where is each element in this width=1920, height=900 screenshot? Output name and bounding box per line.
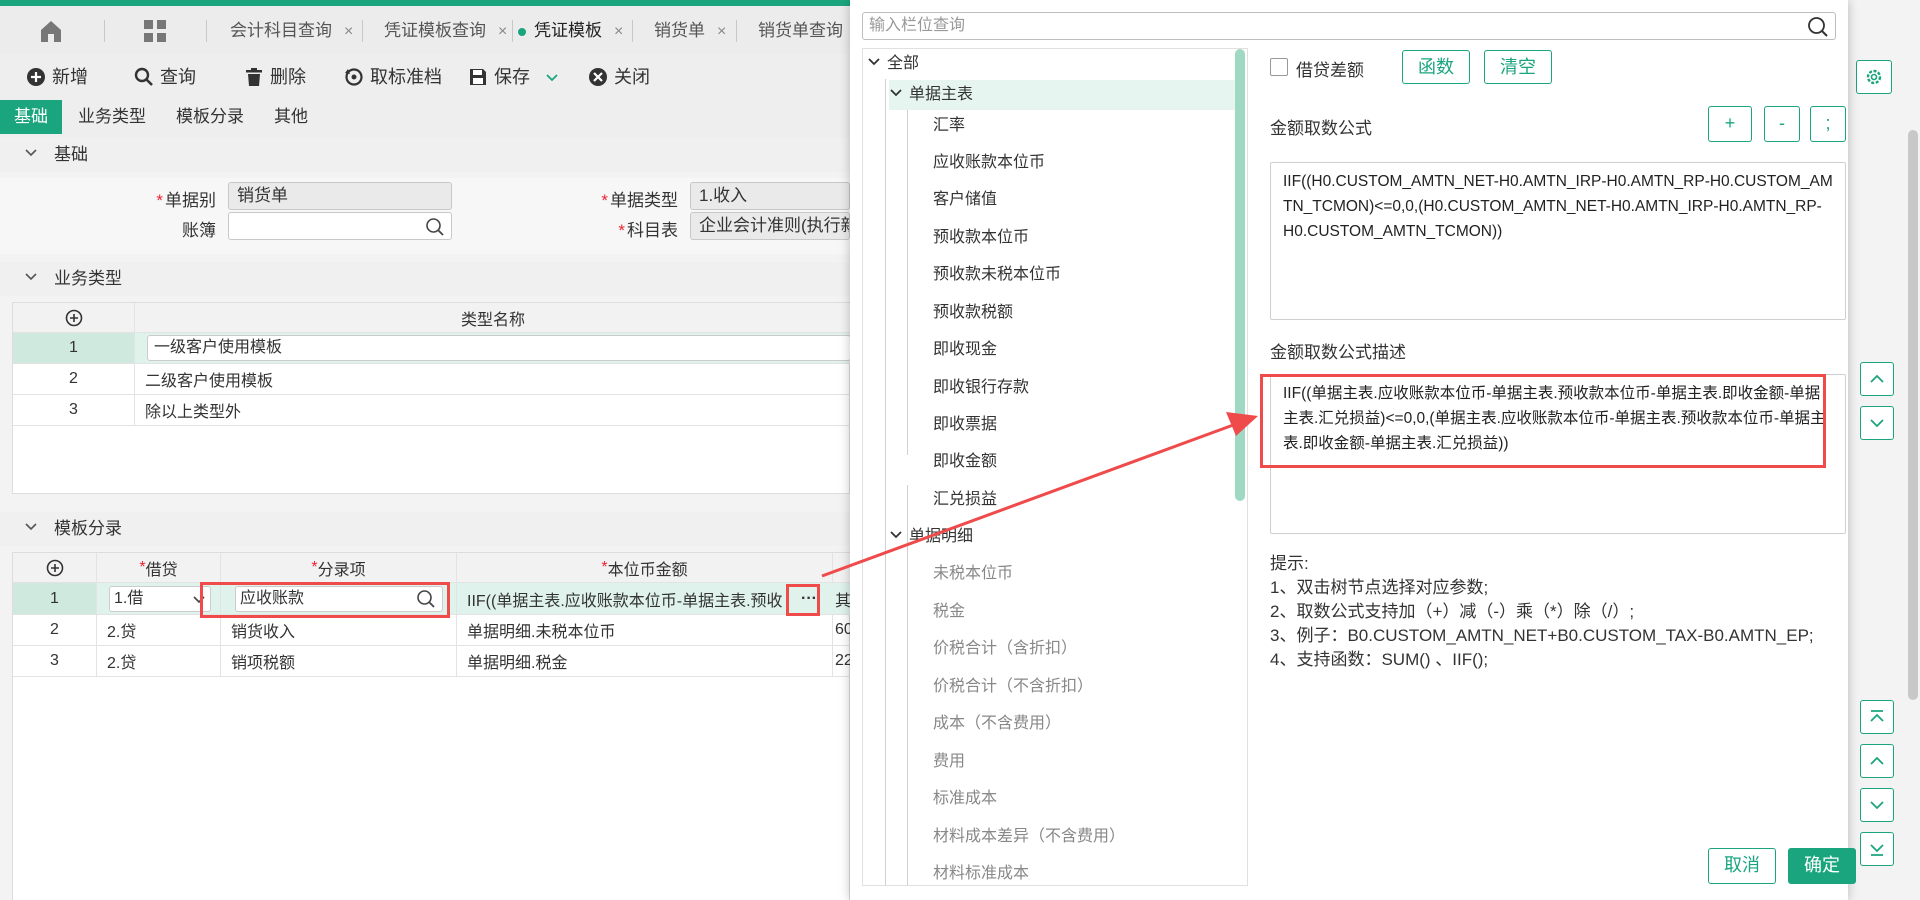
arrow-annotation: [821, 412, 1258, 578]
